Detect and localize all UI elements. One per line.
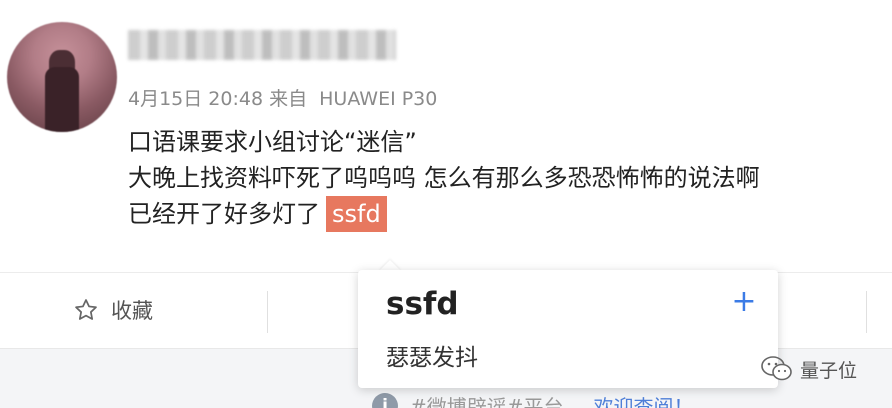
avatar-figure bbox=[45, 67, 79, 132]
watermark: 量子位 bbox=[760, 355, 857, 383]
content-line-3-text: 已经开了好多灯了 bbox=[128, 200, 320, 228]
action-divider bbox=[866, 291, 867, 333]
post-time: 4月15日 20:48 bbox=[128, 88, 264, 110]
add-button[interactable]: + bbox=[728, 286, 760, 318]
content-line-3: 已经开了好多灯了 ssfd bbox=[128, 196, 878, 232]
popup-word: ssfd bbox=[386, 286, 459, 322]
popup-definition: 瑟瑟发抖 bbox=[386, 345, 478, 371]
post-card: 4月15日 20:48 来自 HUAWEI P30 口语课要求小组讨论“迷信” 大… bbox=[0, 0, 892, 272]
action-divider bbox=[267, 291, 268, 333]
info-icon: i bbox=[372, 392, 398, 408]
selected-word-highlight[interactable]: ssfd bbox=[326, 196, 387, 232]
watermark-text: 量子位 bbox=[800, 359, 858, 382]
content-line-2: 大晚上找资料吓死了呜呜呜 怎么有那么多恐恐怖怖的说法啊 bbox=[128, 164, 760, 192]
content-line-1: 口语课要求小组讨论“迷信” bbox=[128, 128, 417, 156]
post-content: 口语课要求小组讨论“迷信” 大晚上找资料吓死了呜呜呜 怎么有那么多恐恐怖怖的说法… bbox=[128, 124, 878, 232]
post-meta: 4月15日 20:48 来自 HUAWEI P30 bbox=[128, 84, 437, 111]
word-popup: ssfd + 瑟瑟发抖 bbox=[358, 270, 778, 388]
star-icon bbox=[75, 299, 97, 320]
username-blurred[interactable] bbox=[128, 30, 396, 60]
favorite-label: 收藏 bbox=[111, 299, 153, 323]
wechat-icon bbox=[761, 356, 792, 381]
post-source-prefix: 来自 bbox=[269, 88, 308, 110]
avatar[interactable] bbox=[7, 22, 117, 132]
notice-link[interactable]: 欢迎查阅！ bbox=[594, 391, 694, 408]
post-device[interactable]: HUAWEI P30 bbox=[319, 88, 437, 110]
notice: i #微博辟谣#平台， 欢迎查阅！ bbox=[372, 391, 694, 408]
notice-text: #微博辟谣#平台， bbox=[410, 395, 584, 408]
favorite-button[interactable]: 收藏 bbox=[73, 295, 153, 325]
